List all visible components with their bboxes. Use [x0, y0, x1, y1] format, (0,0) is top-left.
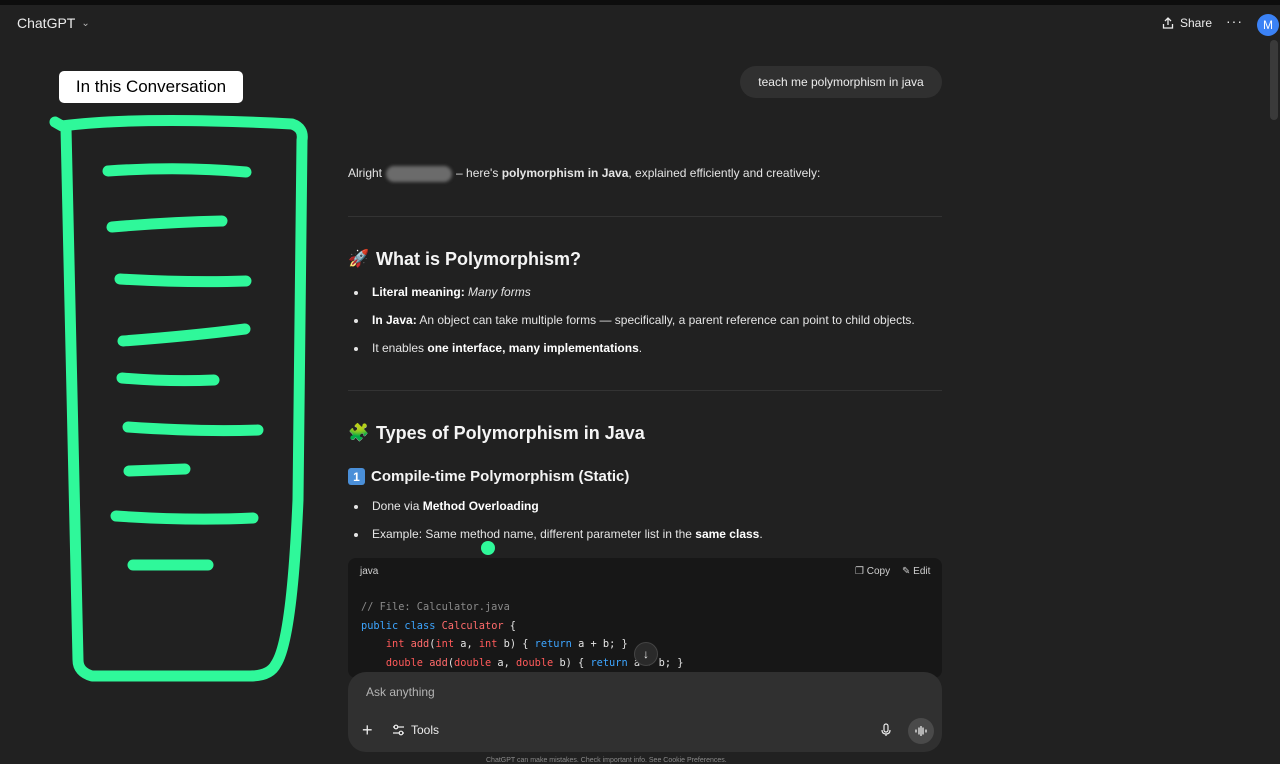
voice-mode-button[interactable] — [908, 718, 934, 744]
list-item: Example: Same method name, different par… — [354, 527, 763, 541]
edit-label: Edit — [913, 566, 931, 577]
composer: + Tools — [348, 672, 942, 752]
bullet-bold: one interface, many implementations — [427, 341, 639, 355]
copy-code-button[interactable]: ❐ Copy — [855, 566, 890, 577]
list-item: Done via Method Overloading — [354, 499, 539, 513]
section-title: Types of Polymorphism in Java — [376, 422, 645, 443]
bullet-text: It enables — [372, 341, 428, 355]
code-content: // File: Calculator.java public class Ca… — [361, 598, 683, 672]
share-button[interactable]: Share — [1162, 16, 1212, 30]
assistant-intro: Alright – here's polymorphism in Java, ex… — [348, 166, 820, 182]
prompt-input[interactable] — [364, 684, 868, 700]
tools-button[interactable]: Tools — [392, 723, 439, 737]
bullet-dot — [354, 290, 358, 295]
bullet-bold: Literal meaning: — [372, 285, 465, 299]
redacted-name — [386, 166, 453, 182]
puzzle-icon: 🧩 — [348, 423, 370, 442]
waveform-icon — [915, 726, 927, 736]
bullet-text: . — [638, 341, 643, 355]
copy-icon: ❐ — [855, 566, 864, 577]
list-item: In Java: An object can take multiple for… — [354, 313, 915, 327]
divider — [348, 390, 942, 391]
sliders-icon — [393, 724, 404, 736]
arrow-down-icon: ↓ — [643, 647, 649, 661]
plus-icon[interactable]: + — [362, 720, 373, 741]
section-title: What is Polymorphism? — [376, 248, 582, 269]
code-line: public class Calculator { — [361, 619, 517, 632]
disclaimer: ChatGPT can make mistakes. Check importa… — [486, 757, 727, 764]
bullet-bold: Method Overloading — [422, 499, 539, 513]
pencil-icon: ✎ — [902, 566, 911, 577]
bullet-dot — [354, 318, 358, 323]
bullet-bold: same class — [695, 527, 760, 541]
user-message: teach me polymorphism in java — [740, 66, 942, 98]
code-line: // File: Calculator.java — [361, 601, 510, 613]
code-language: java — [360, 566, 379, 577]
bullet-dot — [354, 346, 358, 351]
bullet-bold: In Java: — [372, 313, 417, 327]
list-item: It enables one interface, many implement… — [354, 341, 642, 355]
intro-bold: polymorphism in Java — [501, 166, 629, 181]
tools-label: Tools — [411, 723, 440, 737]
scrollbar[interactable] — [1270, 40, 1278, 120]
share-label: Share — [1180, 16, 1213, 30]
divider — [348, 216, 942, 217]
bullet-text: Done via — [372, 499, 423, 513]
annotation-dot — [481, 541, 495, 555]
subsection-title: Compile-time Polymorphism (Static) — [371, 468, 630, 485]
section-heading: 🧩 Types of Polymorphism in Java — [348, 422, 645, 444]
rocket-icon: 🚀 — [348, 249, 370, 268]
bullet-italic: Many forms — [468, 285, 531, 299]
copy-label: Copy — [866, 566, 891, 577]
subsection-heading: 1 Compile-time Polymorphism (Static) — [348, 468, 629, 485]
bullet-dot — [354, 504, 358, 509]
microphone-button[interactable] — [880, 723, 892, 740]
edit-code-button[interactable]: ✎ Edit — [902, 566, 930, 577]
share-icon — [1162, 17, 1174, 29]
keycap-number-icon: 1 — [348, 468, 365, 485]
scroll-down-button[interactable]: ↓ — [634, 642, 658, 666]
bullet-dot — [354, 532, 358, 537]
intro-post: , explained efficiently and creatively: — [628, 166, 821, 181]
avatar[interactable]: M — [1257, 14, 1279, 36]
microphone-icon — [881, 723, 891, 736]
list-item: Literal meaning: Many forms — [354, 285, 531, 299]
intro-pre: Alright — [348, 166, 383, 181]
bullet-text: An object can take multiple forms — spec… — [419, 313, 915, 327]
bullet-text: . — [759, 527, 763, 541]
bullet-text: Example: Same method name, different par… — [372, 527, 696, 541]
intro-mid: – here's — [456, 166, 499, 181]
code-line: int add(int a, int b) { return a + b; } — [385, 638, 628, 650]
conversation-outline-scribble — [49, 114, 308, 682]
section-heading: 🚀 What is Polymorphism? — [348, 248, 581, 270]
more-options-button[interactable]: ··· — [1226, 13, 1243, 29]
